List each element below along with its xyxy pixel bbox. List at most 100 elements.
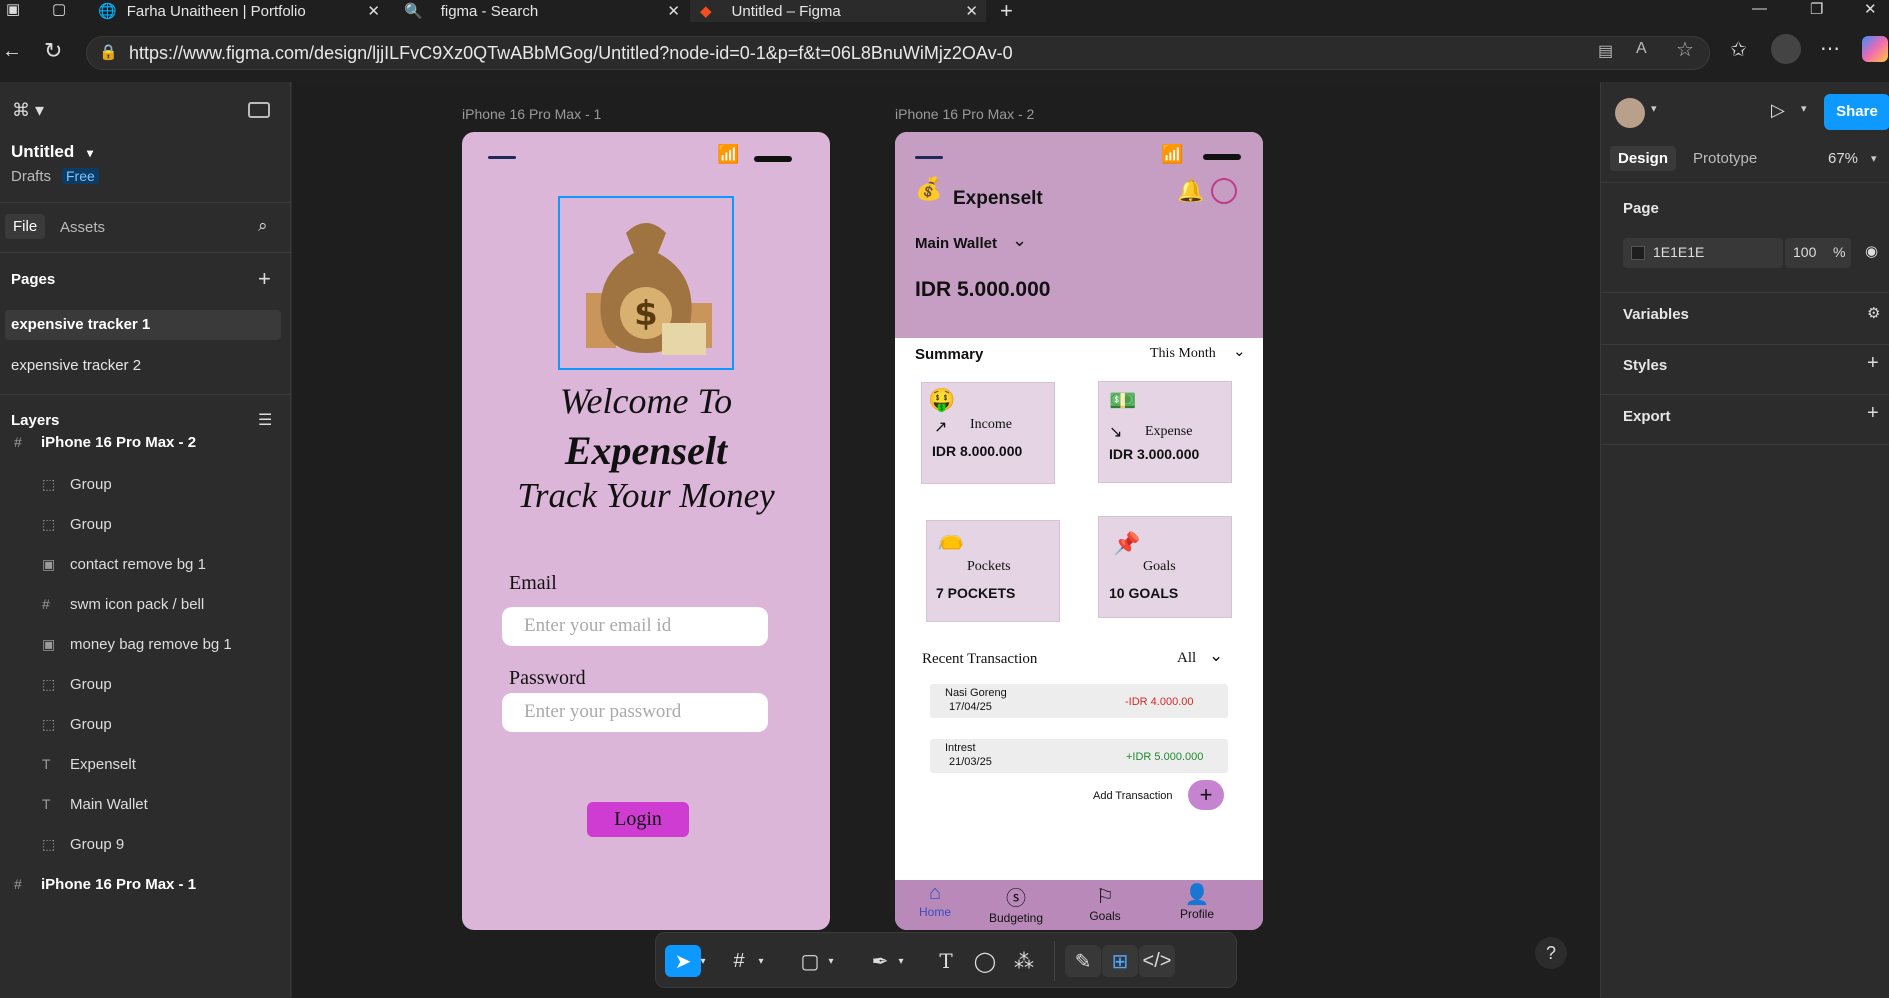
- login-button[interactable]: Login: [587, 802, 689, 837]
- page-color-field[interactable]: 1E1E1E: [1623, 238, 1783, 268]
- close-tab-icon[interactable]: ✕: [667, 2, 680, 20]
- toggle-sidebar-icon[interactable]: [248, 102, 270, 118]
- pen-tool-icon[interactable]: ✒: [862, 945, 898, 977]
- password-field[interactable]: Enter your password: [502, 693, 768, 732]
- profile-avatar[interactable]: [1771, 34, 1801, 64]
- chevron-down-icon[interactable]: ▾: [754, 945, 768, 977]
- tab-search[interactable]: 🔍 figma - Search ✕: [392, 0, 688, 22]
- read-aloud-icon[interactable]: A: [1636, 40, 1647, 58]
- nav-home[interactable]: ⌂ Home: [895, 880, 975, 919]
- share-button[interactable]: Share: [1824, 94, 1889, 130]
- layer-row[interactable]: ⬚ Group: [0, 464, 291, 504]
- back-icon[interactable]: ←: [2, 40, 22, 63]
- income-card[interactable]: 🤑 ↗ Income IDR 8.000.000: [921, 382, 1055, 484]
- nav-profile[interactable]: 👤 Profile: [1157, 880, 1237, 921]
- export-heading[interactable]: Export: [1623, 408, 1671, 425]
- layer-row[interactable]: ⬚ Group: [0, 664, 291, 704]
- chevron-down-icon[interactable]: ▾: [894, 945, 908, 977]
- chevron-down-icon[interactable]: ⌄: [1012, 230, 1027, 251]
- add-page-icon[interactable]: +: [258, 266, 271, 292]
- variables-heading[interactable]: Variables: [1623, 306, 1689, 323]
- favorites-icon[interactable]: ✩: [1730, 37, 1747, 62]
- chevron-down-icon[interactable]: ⌄: [1233, 342, 1246, 360]
- workspaces-icon[interactable]: ▣: [6, 0, 20, 18]
- filter-select[interactable]: All: [1177, 650, 1196, 667]
- page-item-selected[interactable]: expensive tracker 1: [5, 310, 281, 340]
- layer-row[interactable]: ▣ money bag remove bg 1: [0, 624, 291, 664]
- zoom-level[interactable]: 67%: [1828, 150, 1858, 167]
- more-icon[interactable]: ⋯: [1820, 36, 1840, 61]
- url-field[interactable]: 🔒 https://www.figma.com/design/ljjILFvC9…: [86, 36, 1710, 70]
- chevron-down-icon[interactable]: ▾: [696, 945, 710, 977]
- copilot-icon[interactable]: [1862, 36, 1888, 62]
- styles-heading[interactable]: Styles: [1623, 357, 1667, 374]
- tab-prototype[interactable]: Prototype: [1693, 150, 1757, 167]
- canvas[interactable]: iPhone 16 Pro Max - 1 iPhone 16 Pro Max …: [292, 82, 1600, 998]
- figma-menu-icon[interactable]: ⌘ ▾: [12, 100, 44, 121]
- rectangle-tool-icon[interactable]: ▢: [792, 945, 828, 977]
- add-style-icon[interactable]: +: [1867, 352, 1879, 375]
- close-tab-icon[interactable]: ✕: [965, 2, 978, 20]
- opacity-field[interactable]: 100 %: [1785, 238, 1851, 268]
- add-transaction-button[interactable]: +: [1188, 780, 1224, 810]
- refresh-icon[interactable]: ↻: [44, 38, 62, 64]
- chevron-down-icon[interactable]: ▾: [824, 945, 838, 977]
- chevron-down-icon[interactable]: ▾: [1651, 102, 1657, 115]
- bell-icon[interactable]: 🔔: [1177, 178, 1204, 204]
- wallet-label[interactable]: Main Wallet: [915, 235, 997, 252]
- tab-portfolio[interactable]: 🌐 Farha Unaitheen | Portfolio ✕: [92, 0, 388, 22]
- chevron-down-icon[interactable]: ⌄: [1209, 646, 1223, 666]
- frame1-label[interactable]: iPhone 16 Pro Max - 1: [462, 106, 601, 122]
- transaction-row[interactable]: Nasi Goreng 17/04/25 -IDR 4.000.00: [930, 684, 1228, 718]
- dev-mode-icon[interactable]: </>: [1139, 945, 1175, 977]
- layer-row[interactable]: # swm icon pack / bell: [0, 584, 291, 624]
- layer-row[interactable]: T Expenselt: [0, 744, 291, 784]
- period-select[interactable]: This Month: [1150, 346, 1216, 362]
- nav-budgeting[interactable]: ⓢ Budgeting: [976, 880, 1056, 925]
- layer-row[interactable]: ⬚ Group 9: [0, 824, 291, 864]
- email-field[interactable]: Enter your email id: [502, 607, 768, 646]
- minimize-icon[interactable]: —: [1752, 0, 1767, 17]
- new-tab-icon[interactable]: +: [1000, 0, 1013, 24]
- layer-row[interactable]: T Main Wallet: [0, 784, 291, 824]
- tab-actions-icon[interactable]: ▢: [52, 0, 66, 18]
- chevron-down-icon[interactable]: ▾: [1871, 152, 1877, 165]
- goals-card[interactable]: 📌 Goals 10 GOALS: [1098, 516, 1232, 618]
- expense-card[interactable]: 💵 ↘ Expense IDR 3.000.000: [1098, 381, 1232, 483]
- text-tool-icon[interactable]: T: [928, 945, 964, 977]
- visibility-eye-icon[interactable]: ◉: [1865, 242, 1878, 260]
- layer-row[interactable]: ⬚ Group: [0, 504, 291, 544]
- tab-assets[interactable]: Assets: [60, 219, 105, 236]
- variables-settings-icon[interactable]: ⚙: [1867, 304, 1880, 322]
- page-item[interactable]: expensive tracker 2: [11, 357, 141, 374]
- add-export-icon[interactable]: +: [1867, 402, 1879, 425]
- reading-view-icon[interactable]: ▤: [1598, 41, 1613, 61]
- tab-design[interactable]: Design: [1610, 146, 1677, 171]
- frame2-label[interactable]: iPhone 16 Pro Max - 2: [895, 106, 1034, 122]
- color-swatch[interactable]: [1631, 246, 1645, 260]
- tab-figma[interactable]: ◆ Untitled – Figma ✕: [690, 0, 986, 22]
- chevron-down-icon[interactable]: ▾: [1801, 102, 1807, 115]
- layer-frame-row[interactable]: # iPhone 16 Pro Max - 1: [0, 864, 291, 904]
- actions-tool-icon[interactable]: ⁂: [1006, 945, 1042, 977]
- profile-icon[interactable]: [1211, 178, 1237, 204]
- nav-goals[interactable]: ⚐ Goals: [1065, 880, 1145, 923]
- design-mode-icon[interactable]: ⊞: [1102, 945, 1138, 977]
- user-avatar[interactable]: [1615, 98, 1645, 128]
- close-tab-icon[interactable]: ✕: [367, 2, 380, 20]
- layer-frame-row[interactable]: # iPhone 16 Pro Max - 2: [0, 422, 291, 462]
- transaction-row[interactable]: Intrest 21/03/25 +IDR 5.000.000: [930, 739, 1228, 773]
- restore-icon[interactable]: ❐: [1810, 0, 1823, 18]
- money-bag-image[interactable]: $: [558, 196, 734, 370]
- layer-row[interactable]: ▣ contact remove bg 1: [0, 544, 291, 584]
- phone-home-frame[interactable]: 📶 💰 Expenselt 🔔 Main Wallet ⌄ IDR 5.000.…: [895, 132, 1263, 930]
- help-icon[interactable]: ?: [1535, 937, 1567, 969]
- file-name[interactable]: Untitled ▾: [11, 142, 93, 162]
- present-icon[interactable]: ▷: [1771, 100, 1785, 121]
- comment-tool-icon[interactable]: ◯: [967, 945, 1003, 977]
- draw-mode-icon[interactable]: ✎: [1065, 945, 1101, 977]
- favorite-star-icon[interactable]: ☆: [1676, 37, 1694, 62]
- search-icon[interactable]: ⌕: [258, 216, 268, 236]
- frame-tool-icon[interactable]: #: [721, 945, 757, 977]
- phone-login-frame[interactable]: 📶 $ Welcome To Expenselt Track Your Mone…: [462, 132, 830, 930]
